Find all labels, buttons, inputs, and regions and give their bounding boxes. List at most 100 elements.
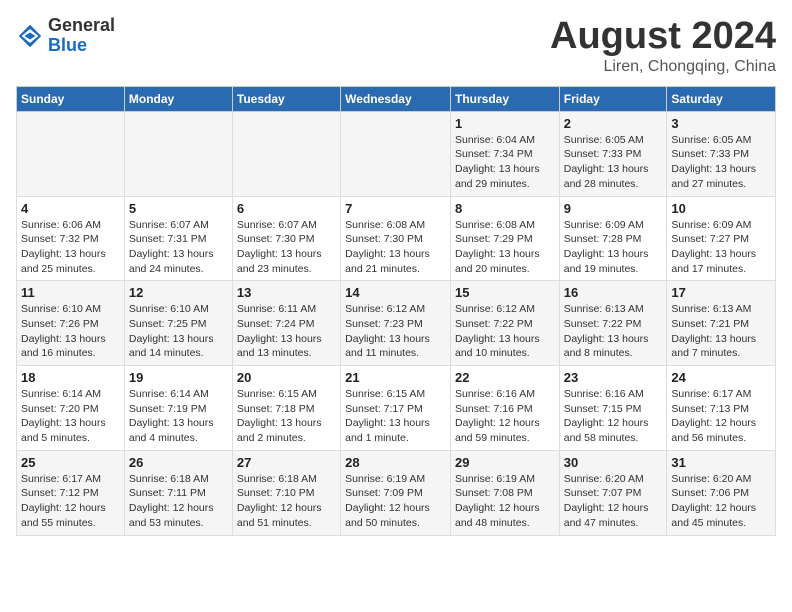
title-block: August 2024 Liren, Chongqing, China	[550, 16, 776, 76]
day-info: Sunrise: 6:09 AMSunset: 7:28 PMDaylight:…	[564, 218, 663, 277]
day-info: Sunrise: 6:06 AMSunset: 7:32 PMDaylight:…	[21, 218, 120, 277]
day-number: 25	[21, 455, 120, 470]
calendar-cell: 4 Sunrise: 6:06 AMSunset: 7:32 PMDaylight…	[17, 196, 125, 281]
day-number: 22	[455, 370, 555, 385]
day-number: 7	[345, 201, 446, 216]
day-number: 14	[345, 285, 446, 300]
day-number: 21	[345, 370, 446, 385]
day-number: 2	[564, 116, 663, 131]
logo-icon	[16, 22, 44, 50]
day-number: 12	[129, 285, 228, 300]
calendar-cell: 17Sunrise: 6:13 AMSunset: 7:21 PMDayligh…	[667, 281, 776, 366]
day-info: Sunrise: 6:08 AMSunset: 7:29 PMDaylight:…	[455, 218, 555, 277]
calendar-cell: 21 Sunrise: 6:15 AMSunset: 7:17 PMDayligh…	[341, 366, 451, 451]
calendar-cell	[341, 111, 451, 196]
day-info: Sunrise: 6:07 AMSunset: 7:31 PMDaylight:…	[129, 218, 228, 277]
day-number: 15	[455, 285, 555, 300]
calendar-cell: 25 Sunrise: 6:17 AMSunset: 7:12 PMDayligh…	[17, 450, 125, 535]
calendar-cell: 29 Sunrise: 6:19 AMSunset: 7:08 PMDayligh…	[450, 450, 559, 535]
day-number: 6	[237, 201, 336, 216]
calendar-cell: 27Sunrise: 6:18 AMSunset: 7:10 PMDayligh…	[232, 450, 340, 535]
day-info: Sunrise: 6:18 AMSunset: 7:10 PMDaylight:…	[237, 472, 336, 531]
day-info: Sunrise: 6:20 AMSunset: 7:06 PMDaylight:…	[671, 472, 771, 531]
logo-text: General Blue	[48, 16, 115, 56]
day-number: 17	[671, 285, 771, 300]
weekday-header-tuesday: Tuesday	[232, 86, 340, 111]
weekday-header-wednesday: Wednesday	[341, 86, 451, 111]
day-number: 13	[237, 285, 336, 300]
calendar-cell: 26 Sunrise: 6:18 AMSunset: 7:11 PMDayligh…	[124, 450, 232, 535]
calendar-cell: 30 Sunrise: 6:20 AMSunset: 7:07 PMDayligh…	[559, 450, 667, 535]
subtitle: Liren, Chongqing, China	[550, 58, 776, 76]
day-number: 24	[671, 370, 771, 385]
day-number: 29	[455, 455, 555, 470]
day-info: Sunrise: 6:18 AMSunset: 7:11 PMDaylight:…	[129, 472, 228, 531]
day-number: 30	[564, 455, 663, 470]
day-number: 10	[671, 201, 771, 216]
main-title: August 2024	[550, 16, 776, 58]
day-info: Sunrise: 6:13 AMSunset: 7:22 PMDaylight:…	[564, 302, 663, 361]
day-number: 23	[564, 370, 663, 385]
calendar-cell: 7Sunrise: 6:08 AMSunset: 7:30 PMDaylight…	[341, 196, 451, 281]
calendar-cell: 2Sunrise: 6:05 AMSunset: 7:33 PMDaylight…	[559, 111, 667, 196]
calendar-cell: 5 Sunrise: 6:07 AMSunset: 7:31 PMDaylight…	[124, 196, 232, 281]
weekday-header-monday: Monday	[124, 86, 232, 111]
day-info: Sunrise: 6:11 AMSunset: 7:24 PMDaylight:…	[237, 302, 336, 361]
day-info: Sunrise: 6:20 AMSunset: 7:07 PMDaylight:…	[564, 472, 663, 531]
calendar-cell: 1 Sunrise: 6:04 AMSunset: 7:34 PMDaylight…	[450, 111, 559, 196]
calendar-cell: 19 Sunrise: 6:14 AMSunset: 7:19 PMDayligh…	[124, 366, 232, 451]
day-info: Sunrise: 6:15 AMSunset: 7:18 PMDaylight:…	[237, 387, 336, 446]
calendar-body: 1 Sunrise: 6:04 AMSunset: 7:34 PMDaylight…	[17, 111, 776, 535]
day-number: 28	[345, 455, 446, 470]
calendar-cell: 6 Sunrise: 6:07 AMSunset: 7:30 PMDaylight…	[232, 196, 340, 281]
day-number: 19	[129, 370, 228, 385]
weekday-header-friday: Friday	[559, 86, 667, 111]
calendar-cell: 16Sunrise: 6:13 AMSunset: 7:22 PMDayligh…	[559, 281, 667, 366]
weekday-header-thursday: Thursday	[450, 86, 559, 111]
calendar-cell: 11Sunrise: 6:10 AMSunset: 7:26 PMDayligh…	[17, 281, 125, 366]
calendar-cell: 22Sunrise: 6:16 AMSunset: 7:16 PMDayligh…	[450, 366, 559, 451]
calendar-week-1: 1 Sunrise: 6:04 AMSunset: 7:34 PMDaylight…	[17, 111, 776, 196]
calendar-cell: 13 Sunrise: 6:11 AMSunset: 7:24 PMDayligh…	[232, 281, 340, 366]
logo-general: General	[48, 15, 115, 35]
logo: General Blue	[16, 16, 115, 56]
day-number: 18	[21, 370, 120, 385]
day-info: Sunrise: 6:12 AMSunset: 7:23 PMDaylight:…	[345, 302, 446, 361]
day-number: 5	[129, 201, 228, 216]
day-number: 8	[455, 201, 555, 216]
calendar-cell	[17, 111, 125, 196]
calendar-week-4: 18Sunrise: 6:14 AMSunset: 7:20 PMDayligh…	[17, 366, 776, 451]
calendar-week-5: 25 Sunrise: 6:17 AMSunset: 7:12 PMDayligh…	[17, 450, 776, 535]
day-number: 4	[21, 201, 120, 216]
calendar-cell: 18Sunrise: 6:14 AMSunset: 7:20 PMDayligh…	[17, 366, 125, 451]
weekday-row: SundayMondayTuesdayWednesdayThursdayFrid…	[17, 86, 776, 111]
calendar-cell: 23 Sunrise: 6:16 AMSunset: 7:15 PMDayligh…	[559, 366, 667, 451]
day-number: 9	[564, 201, 663, 216]
calendar-cell	[124, 111, 232, 196]
day-info: Sunrise: 6:15 AMSunset: 7:17 PMDaylight:…	[345, 387, 446, 446]
calendar-cell: 10Sunrise: 6:09 AMSunset: 7:27 PMDayligh…	[667, 196, 776, 281]
day-number: 31	[671, 455, 771, 470]
calendar-cell: 8 Sunrise: 6:08 AMSunset: 7:29 PMDaylight…	[450, 196, 559, 281]
calendar-cell	[232, 111, 340, 196]
logo-blue: Blue	[48, 35, 87, 55]
calendar-cell: 24Sunrise: 6:17 AMSunset: 7:13 PMDayligh…	[667, 366, 776, 451]
day-number: 26	[129, 455, 228, 470]
calendar-cell: 15 Sunrise: 6:12 AMSunset: 7:22 PMDayligh…	[450, 281, 559, 366]
calendar-cell: 14 Sunrise: 6:12 AMSunset: 7:23 PMDayligh…	[341, 281, 451, 366]
day-info: Sunrise: 6:19 AMSunset: 7:08 PMDaylight:…	[455, 472, 555, 531]
calendar-cell: 9 Sunrise: 6:09 AMSunset: 7:28 PMDaylight…	[559, 196, 667, 281]
day-info: Sunrise: 6:04 AMSunset: 7:34 PMDaylight:…	[455, 133, 555, 192]
calendar-cell: 20 Sunrise: 6:15 AMSunset: 7:18 PMDayligh…	[232, 366, 340, 451]
calendar-cell: 28Sunrise: 6:19 AMSunset: 7:09 PMDayligh…	[341, 450, 451, 535]
day-info: Sunrise: 6:14 AMSunset: 7:19 PMDaylight:…	[129, 387, 228, 446]
day-number: 20	[237, 370, 336, 385]
day-info: Sunrise: 6:12 AMSunset: 7:22 PMDaylight:…	[455, 302, 555, 361]
day-info: Sunrise: 6:16 AMSunset: 7:15 PMDaylight:…	[564, 387, 663, 446]
day-info: Sunrise: 6:17 AMSunset: 7:12 PMDaylight:…	[21, 472, 120, 531]
day-info: Sunrise: 6:07 AMSunset: 7:30 PMDaylight:…	[237, 218, 336, 277]
day-number: 1	[455, 116, 555, 131]
day-info: Sunrise: 6:10 AMSunset: 7:25 PMDaylight:…	[129, 302, 228, 361]
day-info: Sunrise: 6:10 AMSunset: 7:26 PMDaylight:…	[21, 302, 120, 361]
calendar-cell: 3Sunrise: 6:05 AMSunset: 7:33 PMDaylight…	[667, 111, 776, 196]
